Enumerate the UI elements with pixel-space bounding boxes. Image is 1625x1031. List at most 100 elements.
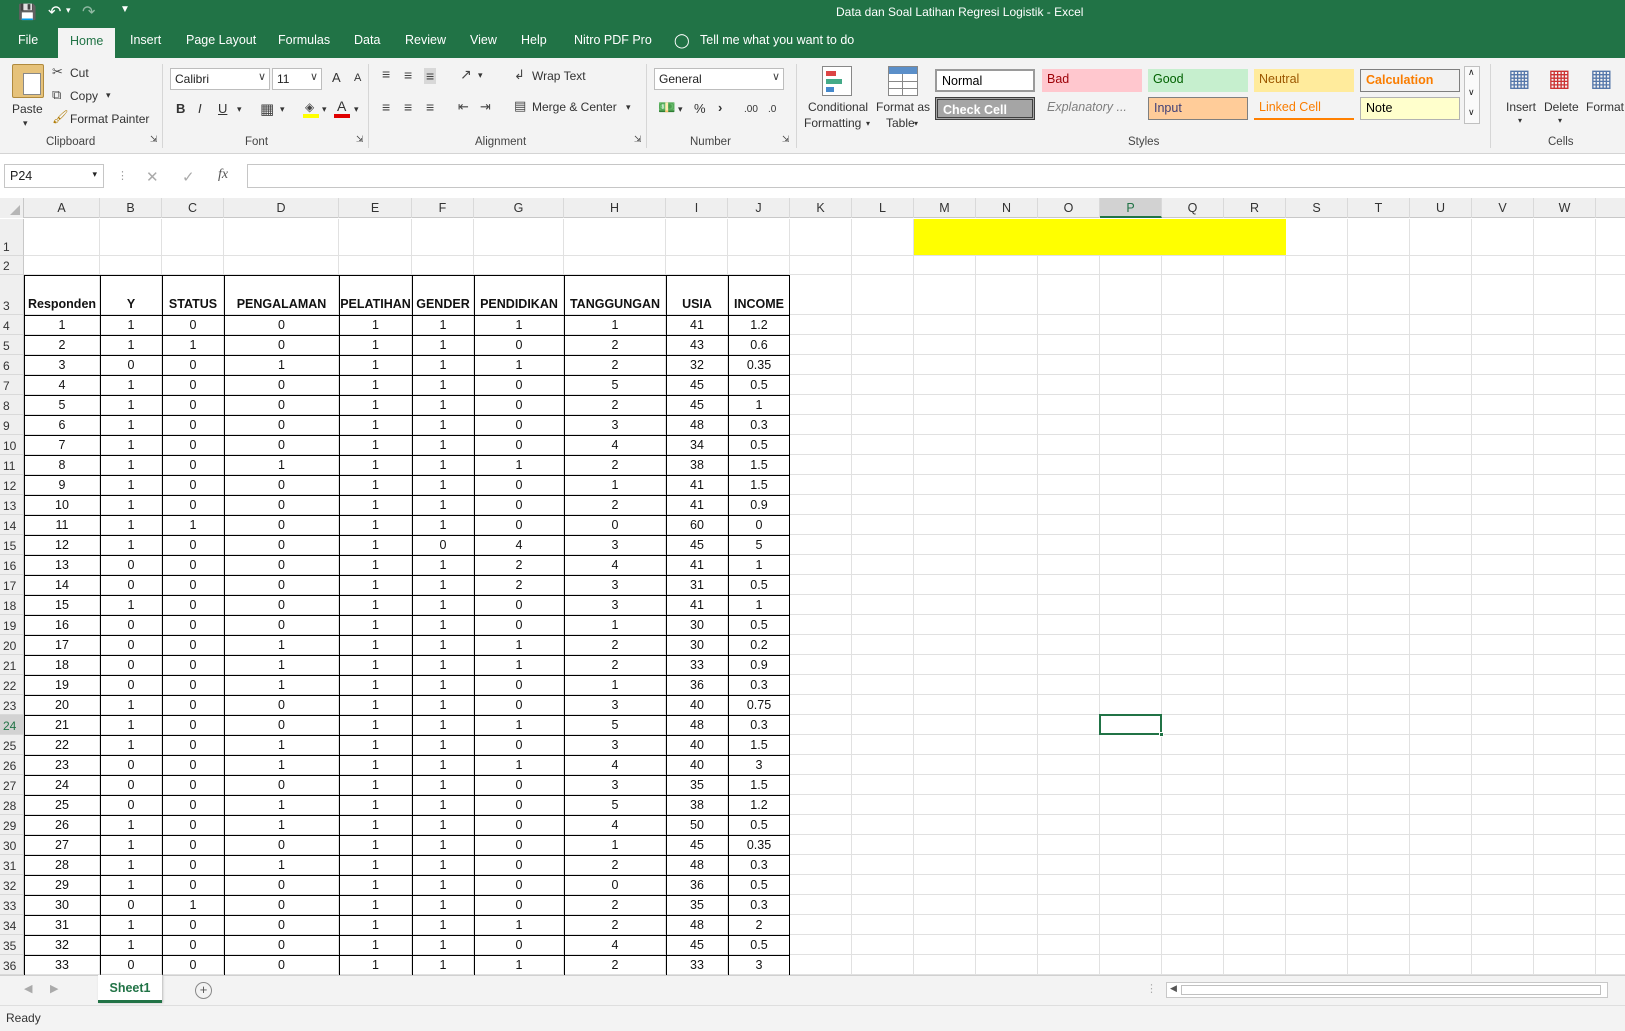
table-cell[interactable]: 21 [24, 718, 100, 732]
merge-center-button[interactable]: Merge & Center [532, 100, 617, 114]
table-cell[interactable]: 1 [564, 478, 666, 492]
align-right-icon[interactable]: ≡ [426, 99, 434, 115]
table-cell[interactable]: 0 [162, 458, 224, 472]
table-cell[interactable]: 1 [162, 518, 224, 532]
table-cell[interactable]: 5 [728, 538, 790, 552]
paste-button[interactable]: Paste [12, 102, 43, 116]
format-button[interactable]: Format [1586, 100, 1624, 114]
table-cell[interactable]: 0.5 [728, 378, 790, 392]
row-header-28[interactable]: 28 [0, 795, 24, 815]
row-header-34[interactable]: 34 [0, 915, 24, 935]
style-note[interactable]: Note [1360, 97, 1460, 120]
table-cell[interactable]: 1 [474, 718, 564, 732]
table-cell[interactable]: 0 [100, 678, 162, 692]
underline-dropdown-icon[interactable]: ▾ [237, 104, 242, 115]
table-cell[interactable]: 0 [224, 478, 339, 492]
row-header-7[interactable]: 7 [0, 375, 24, 395]
table-cell[interactable]: 1 [339, 418, 412, 432]
table-cell[interactable]: 0 [224, 438, 339, 452]
table-cell[interactable]: 1 [412, 878, 474, 892]
table-cell[interactable]: 32 [666, 358, 728, 372]
style-linked-cell[interactable]: Linked Cell [1254, 97, 1354, 120]
row-header-22[interactable]: 22 [0, 675, 24, 695]
row-header-30[interactable]: 30 [0, 835, 24, 855]
column-header-l[interactable]: L [852, 198, 914, 218]
table-header-income[interactable]: INCOME [728, 297, 790, 311]
table-cell[interactable]: 0 [162, 438, 224, 452]
table-cell[interactable]: 40 [666, 738, 728, 752]
font-color-icon[interactable]: A [334, 98, 350, 118]
table-cell[interactable]: 1 [412, 818, 474, 832]
table-cell[interactable]: 45 [666, 538, 728, 552]
table-cell[interactable]: 1 [224, 858, 339, 872]
table-cell[interactable]: 20 [24, 698, 100, 712]
table-cell[interactable]: 1 [100, 498, 162, 512]
table-cell[interactable]: 0 [162, 678, 224, 692]
table-cell[interactable]: 2 [474, 558, 564, 572]
table-cell[interactable]: 1 [100, 338, 162, 352]
table-cell[interactable]: 38 [666, 798, 728, 812]
table-cell[interactable]: 0 [224, 498, 339, 512]
table-cell[interactable]: 1.2 [728, 318, 790, 332]
table-cell[interactable]: 0 [224, 898, 339, 912]
font-name-select[interactable]: Calibri ∨ [170, 68, 270, 90]
table-cell[interactable]: 0 [564, 518, 666, 532]
table-cell[interactable]: 0 [224, 718, 339, 732]
table-cell[interactable]: 4 [24, 378, 100, 392]
table-cell[interactable]: 1 [100, 738, 162, 752]
table-cell[interactable]: 0 [224, 878, 339, 892]
table-cell[interactable]: 0 [474, 738, 564, 752]
font-launcher-icon[interactable]: ⇲ [356, 134, 364, 145]
table-cell[interactable]: 41 [666, 318, 728, 332]
table-cell[interactable]: 1.2 [728, 798, 790, 812]
table-cell[interactable]: 0.5 [728, 818, 790, 832]
table-cell[interactable]: 45 [666, 938, 728, 952]
table-cell[interactable]: 0 [224, 618, 339, 632]
insert-function-icon[interactable]: fx [218, 167, 228, 183]
format-painter-button[interactable]: Format Painter [70, 112, 149, 126]
table-header-pengalaman[interactable]: PENGALAMAN [224, 297, 339, 311]
table-cell[interactable]: 33 [666, 958, 728, 972]
table-cell[interactable]: 1 [24, 318, 100, 332]
scroll-left-icon[interactable]: ◀ [24, 982, 32, 995]
select-all-button[interactable] [0, 198, 24, 218]
table-cell[interactable]: 2 [564, 918, 666, 932]
table-cell[interactable]: 1 [224, 678, 339, 692]
table-cell[interactable]: 45 [666, 838, 728, 852]
table-cell[interactable]: 1 [100, 938, 162, 952]
table-cell[interactable]: 0 [100, 958, 162, 972]
cancel-icon[interactable]: ✕ [146, 168, 159, 186]
table-cell[interactable]: 1 [339, 478, 412, 492]
column-header-j[interactable]: J [728, 198, 790, 218]
table-cell[interactable]: 1 [339, 638, 412, 652]
accounting-format-icon[interactable]: 💵 [658, 99, 675, 116]
table-cell[interactable]: 1 [162, 338, 224, 352]
align-bottom-icon[interactable]: ≡ [424, 68, 437, 84]
column-header-e[interactable]: E [339, 198, 412, 218]
table-cell[interactable]: 1 [412, 638, 474, 652]
table-cell[interactable]: 0 [224, 838, 339, 852]
column-header-m[interactable]: M [914, 198, 976, 218]
table-cell[interactable]: 1 [224, 738, 339, 752]
table-cell[interactable]: 1 [412, 378, 474, 392]
table-cell[interactable]: 1.5 [728, 478, 790, 492]
table-cell[interactable]: 1 [339, 898, 412, 912]
table-cell[interactable]: 0.75 [728, 698, 790, 712]
table-cell[interactable]: 1 [100, 838, 162, 852]
table-cell[interactable]: 2 [564, 398, 666, 412]
table-cell[interactable]: 0.3 [728, 858, 790, 872]
row-header-32[interactable]: 32 [0, 875, 24, 895]
table-cell[interactable]: 35 [666, 898, 728, 912]
table-cell[interactable]: 1 [339, 558, 412, 572]
table-cell[interactable]: 1 [162, 898, 224, 912]
table-cell[interactable]: 1 [339, 318, 412, 332]
align-middle-icon[interactable]: ≡ [404, 67, 412, 83]
table-cell[interactable]: 0 [100, 798, 162, 812]
row-header-17[interactable]: 17 [0, 575, 24, 595]
table-cell[interactable]: 1 [100, 818, 162, 832]
active-cell[interactable] [1099, 714, 1162, 735]
column-header-c[interactable]: C [162, 198, 224, 218]
table-cell[interactable]: 1 [474, 918, 564, 932]
table-cell[interactable]: 0 [162, 778, 224, 792]
table-cell[interactable]: 28 [24, 858, 100, 872]
